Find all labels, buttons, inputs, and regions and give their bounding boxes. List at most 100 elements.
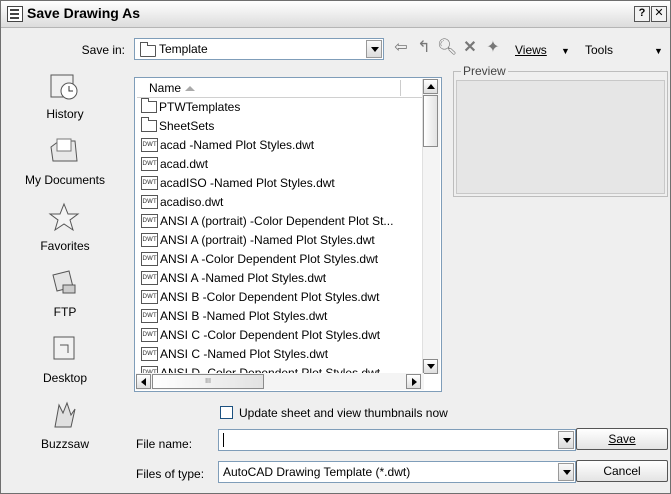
dialog-title: Save Drawing As bbox=[27, 5, 141, 21]
dwt-file-icon: DWT bbox=[141, 289, 158, 304]
dwt-file-icon: DWT bbox=[141, 137, 158, 152]
folder-icon bbox=[141, 98, 157, 113]
file-type-label: Files of type: bbox=[136, 467, 205, 481]
sort-ascending-icon bbox=[185, 86, 195, 91]
list-header: Name bbox=[137, 79, 425, 98]
place-label: My Documents bbox=[24, 173, 106, 187]
back-icon[interactable]: ⇦ bbox=[391, 38, 411, 58]
dwt-file-icon: DWT bbox=[141, 251, 158, 266]
vertical-scrollbar[interactable] bbox=[422, 79, 440, 374]
file-list-item[interactable]: SheetSets bbox=[141, 117, 427, 136]
dwt-file-icon: DWT bbox=[141, 213, 158, 228]
file-name: ANSI A -Named Plot Styles.dwt bbox=[160, 271, 327, 285]
place-desktop[interactable]: Desktop bbox=[3, 333, 127, 399]
views-menu[interactable]: Views bbox=[515, 43, 547, 57]
place-history[interactable]: History bbox=[3, 69, 127, 135]
horizontal-scroll-thumb[interactable]: III bbox=[152, 374, 264, 389]
file-name: ANSI B -Named Plot Styles.dwt bbox=[160, 309, 328, 323]
folder-icon bbox=[140, 42, 156, 57]
column-divider[interactable] bbox=[400, 80, 401, 96]
dwt-file-icon: DWT bbox=[141, 270, 158, 285]
file-list-item[interactable]: DWT ANSI C -Named Plot Styles.dwt bbox=[141, 345, 427, 364]
scroll-left-button[interactable] bbox=[136, 374, 151, 389]
cancel-button[interactable]: Cancel bbox=[576, 460, 668, 482]
file-list[interactable]: Name PTWTemplates SheetSets DWT acad -Named… bbox=[134, 77, 442, 392]
close-button[interactable]: ✕ bbox=[651, 6, 667, 22]
file-list-item[interactable]: DWT acad -Named Plot Styles.dwt bbox=[141, 136, 427, 155]
ftp-icon bbox=[52, 270, 76, 294]
file-name: ANSI B -Color Dependent Plot Styles.dwt bbox=[160, 290, 380, 304]
save-button[interactable]: Save bbox=[576, 428, 668, 450]
desktop-icon bbox=[53, 336, 75, 360]
file-name: ANSI A -Color Dependent Plot Styles.dwt bbox=[160, 252, 379, 266]
file-list-item[interactable]: DWT acadiso.dwt bbox=[141, 193, 427, 212]
place-label: FTP bbox=[53, 305, 77, 319]
file-list-item[interactable]: DWT ANSI B -Named Plot Styles.dwt bbox=[141, 307, 427, 326]
delete-icon[interactable]: ✕ bbox=[460, 38, 480, 58]
file-list-item[interactable]: DWT ANSI A (portrait) -Color Dependent Pl… bbox=[141, 212, 427, 231]
preview-area bbox=[456, 80, 665, 194]
file-type-dropdown[interactable]: AutoCAD Drawing Template (*.dwt) bbox=[218, 461, 576, 483]
file-list-item[interactable]: DWT ANSI A -Named Plot Styles.dwt bbox=[141, 269, 427, 288]
save-in-dropdown[interactable]: Template bbox=[134, 38, 384, 60]
file-list-item[interactable]: DWT acad.dwt bbox=[141, 155, 427, 174]
chevron-down-icon[interactable] bbox=[558, 431, 574, 449]
file-name: acad -Named Plot Styles.dwt bbox=[160, 138, 315, 152]
dwt-file-icon: DWT bbox=[141, 308, 158, 323]
title-bar[interactable]: Save Drawing As ? ✕ bbox=[1, 1, 670, 28]
scroll-thumb[interactable] bbox=[423, 95, 438, 147]
file-name-input[interactable] bbox=[218, 429, 576, 451]
file-type-value: AutoCAD Drawing Template (*.dwt) bbox=[223, 465, 411, 479]
place-favorites[interactable]: Favorites bbox=[3, 201, 127, 267]
help-button[interactable]: ? bbox=[634, 6, 650, 22]
file-list-item[interactable]: DWT ANSI A (portrait) -Named Plot Styles.… bbox=[141, 231, 427, 250]
favorites-icon bbox=[48, 202, 80, 232]
place-buzzsaw[interactable]: Buzzsaw bbox=[3, 399, 127, 465]
save-in-label: Save in: bbox=[81, 43, 125, 57]
dwt-file-icon: DWT bbox=[141, 346, 158, 361]
dwt-file-icon: DWT bbox=[141, 232, 158, 247]
file-list-item[interactable]: DWT ANSI A -Color Dependent Plot Styles.d… bbox=[141, 250, 427, 269]
history-icon bbox=[50, 74, 78, 100]
file-name: SheetSets bbox=[159, 119, 215, 133]
tools-menu[interactable]: Tools bbox=[585, 43, 613, 57]
buzzsaw-icon bbox=[54, 401, 76, 428]
file-name-label: File name: bbox=[136, 437, 193, 451]
save-in-value: Template bbox=[159, 42, 208, 56]
preview-group: Preview bbox=[453, 64, 668, 197]
place-label: Favorites bbox=[40, 239, 90, 253]
place-label: History bbox=[46, 107, 84, 121]
thumbnail-option-label[interactable]: Update sheet and view thumbnails now bbox=[239, 406, 448, 420]
file-list-item[interactable]: DWT ANSI B -Color Dependent Plot Styles.d… bbox=[141, 288, 427, 307]
dwt-file-icon: DWT bbox=[141, 327, 158, 342]
place-my-documents[interactable]: My Documents bbox=[3, 135, 127, 201]
scroll-up-button[interactable] bbox=[423, 79, 438, 94]
place-label: Buzzsaw bbox=[40, 437, 90, 451]
up-folder-icon[interactable]: ↰ bbox=[414, 38, 434, 58]
file-list-item[interactable]: DWT ANSI C -Color Dependent Plot Styles.d… bbox=[141, 326, 427, 345]
dialog-icon bbox=[7, 6, 23, 22]
file-list-item[interactable]: DWT acadISO -Named Plot Styles.dwt bbox=[141, 174, 427, 193]
views-dropdown-icon[interactable]: ▼ bbox=[561, 46, 570, 56]
tools-dropdown-icon[interactable]: ▼ bbox=[654, 46, 663, 56]
chevron-down-icon[interactable] bbox=[558, 463, 574, 481]
my-documents-icon bbox=[50, 138, 78, 162]
file-name: acad.dwt bbox=[160, 157, 209, 171]
scroll-right-button[interactable] bbox=[406, 374, 421, 389]
folder-icon bbox=[141, 117, 157, 132]
file-name: ANSI A (portrait) -Color Dependent Plot … bbox=[160, 214, 394, 228]
places-bar: History My Documents Favorites FTP Deskt… bbox=[3, 69, 127, 493]
horizontal-scrollbar[interactable]: III bbox=[136, 373, 424, 390]
column-header-name[interactable]: Name bbox=[149, 81, 181, 95]
thumbnail-checkbox[interactable] bbox=[220, 406, 233, 419]
dwt-file-icon: DWT bbox=[141, 156, 158, 171]
file-name: acadiso.dwt bbox=[160, 195, 224, 209]
file-list-item[interactable]: PTWTemplates bbox=[141, 98, 427, 117]
scroll-down-button[interactable] bbox=[423, 359, 438, 374]
dwt-file-icon: DWT bbox=[141, 194, 158, 209]
create-folder-icon[interactable]: ✦ bbox=[483, 38, 503, 58]
dwt-file-icon: DWT bbox=[141, 175, 158, 190]
place-ftp[interactable]: FTP bbox=[3, 267, 127, 333]
chevron-down-icon[interactable] bbox=[366, 40, 382, 58]
search-web-icon[interactable]: 🔍︎ bbox=[437, 38, 457, 58]
